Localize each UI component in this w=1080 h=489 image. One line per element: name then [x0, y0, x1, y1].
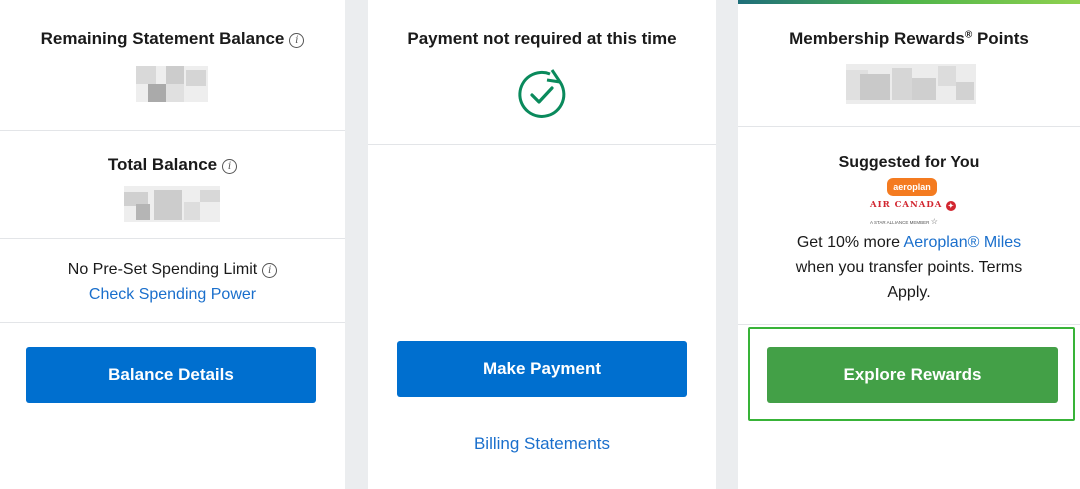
divider	[368, 144, 716, 145]
refresh-check-icon	[516, 68, 568, 120]
total-balance-heading: Total Balance i	[0, 155, 345, 175]
total-balance-label: Total Balance	[107, 155, 218, 174]
divider	[0, 322, 345, 323]
aeroplan-miles-link[interactable]: Aeroplan® Miles	[904, 234, 1022, 251]
spending-limit-label: No Pre-Set Spending Limit	[67, 261, 258, 278]
offer-prefix: Get 10% more	[796, 234, 904, 251]
points-heading: Membership Rewards® Points	[738, 29, 1080, 49]
offer-line-1: Get 10% more Aeroplan® Miles	[738, 230, 1080, 255]
offer-line-3: Apply.	[887, 284, 931, 301]
make-payment-button[interactable]: Make Payment	[397, 341, 687, 397]
star-icon: ☆	[930, 217, 938, 226]
info-icon[interactable]: i	[262, 263, 278, 278]
offer-line-2: when you transfer points. Terms	[795, 259, 1023, 276]
remaining-balance-heading: Remaining Statement Balance i	[0, 29, 345, 49]
payment-card: Payment not required at this time Make P…	[368, 0, 716, 489]
accent-bar	[738, 0, 1080, 4]
spending-limit-heading: No Pre-Set Spending Limit i	[0, 261, 345, 279]
info-icon[interactable]: i	[289, 33, 305, 48]
remaining-balance-value-redacted	[136, 66, 208, 102]
divider	[0, 238, 345, 239]
balance-card: Remaining Statement Balance i Total Balan…	[0, 0, 345, 489]
maple-leaf-icon: ✦	[946, 201, 957, 211]
check-spending-power-link[interactable]: Check Spending Power	[0, 286, 345, 304]
star-alliance-text: A STAR ALLIANCE MEMBER ☆	[870, 217, 960, 226]
focus-highlight	[748, 327, 1075, 421]
divider	[738, 324, 1080, 325]
air-canada-text: AIR CANADA	[870, 200, 943, 210]
total-balance-value-redacted	[124, 186, 220, 222]
star-alliance-label: A STAR ALLIANCE MEMBER	[870, 220, 930, 225]
aeroplan-logo: aeroplan	[887, 178, 937, 196]
info-icon[interactable]: i	[222, 159, 238, 174]
air-canada-logo: AIR CANADA ✦	[870, 200, 960, 212]
balance-details-button[interactable]: Balance Details	[26, 347, 316, 403]
points-title-suffix: Points	[972, 29, 1029, 48]
remaining-balance-label: Remaining Statement Balance	[40, 29, 285, 48]
divider	[0, 130, 345, 131]
points-value-redacted	[846, 64, 976, 104]
billing-statements-link[interactable]: Billing Statements	[368, 434, 716, 454]
divider	[738, 126, 1080, 127]
points-title-text: Membership Rewards	[789, 29, 965, 48]
payment-status-text: Payment not required at this time	[407, 29, 677, 48]
suggested-heading: Suggested for You	[838, 154, 980, 171]
